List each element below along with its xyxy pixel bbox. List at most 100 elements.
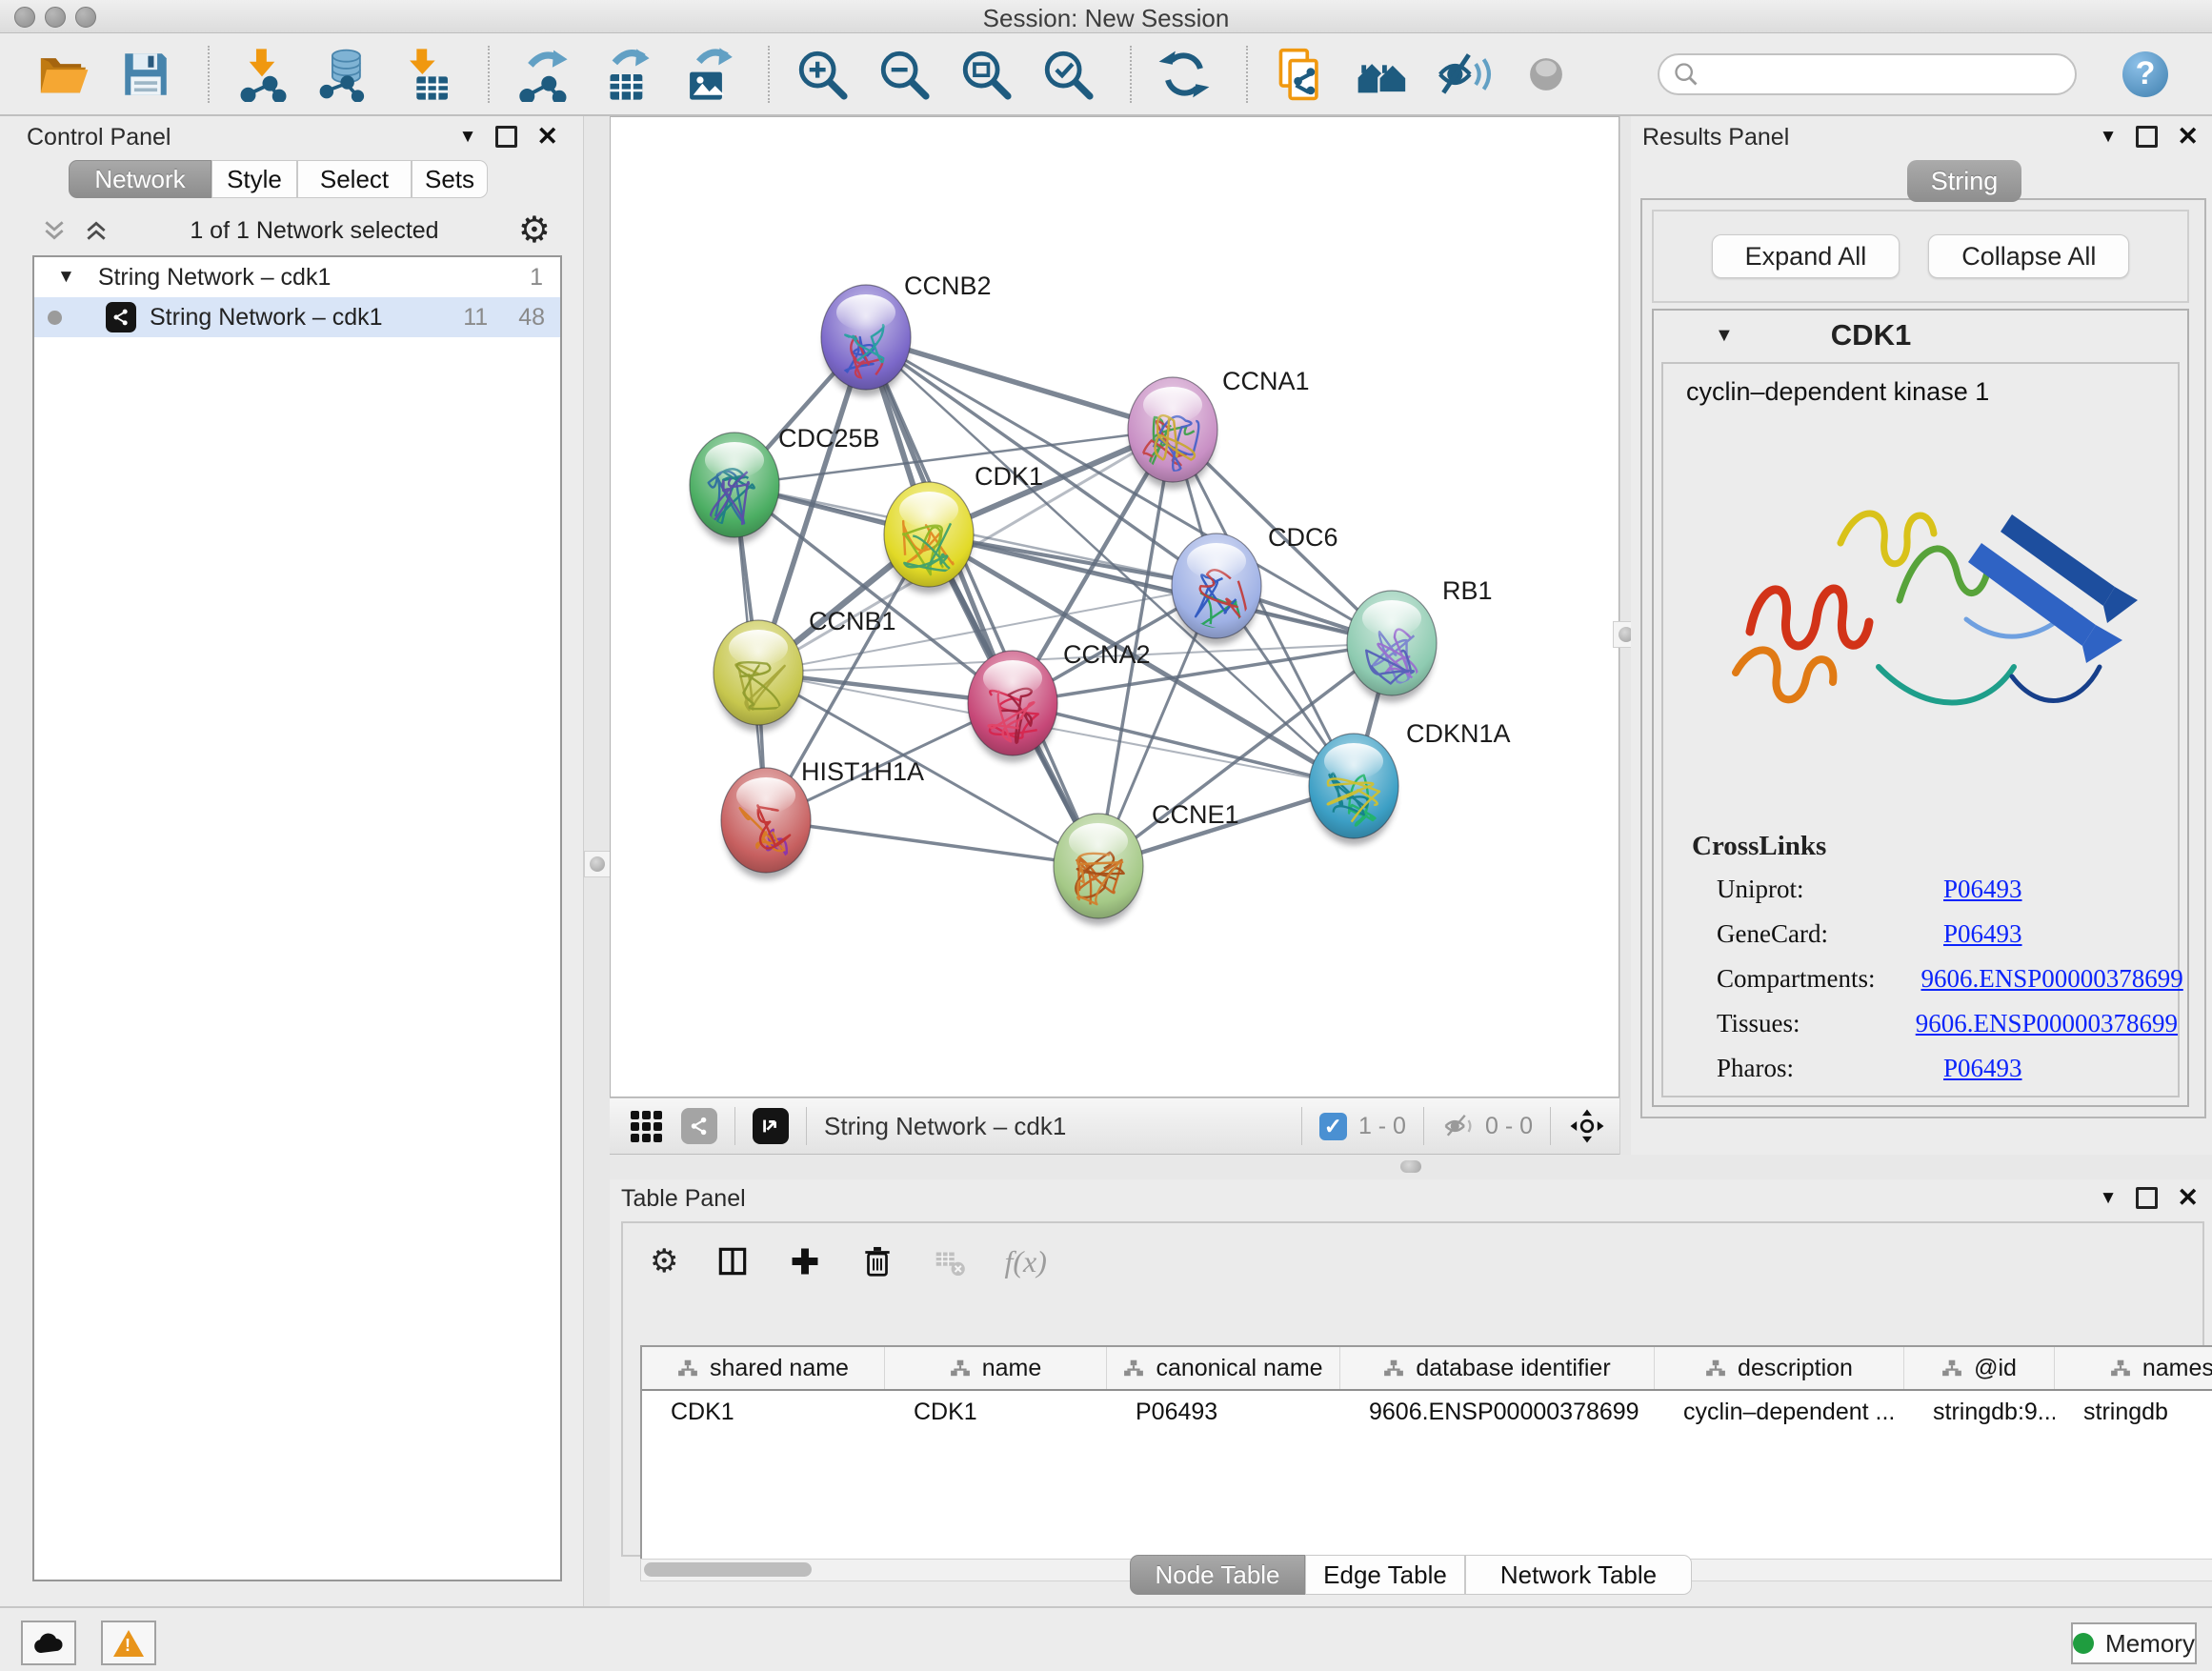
crosslink-link[interactable]: 9606.ENSP00000378699: [1916, 1009, 2178, 1038]
add-column-icon[interactable]: [787, 1243, 823, 1279]
selected-checkbox-icon[interactable]: ✓: [1319, 1113, 1347, 1140]
save-session-button[interactable]: [118, 47, 173, 102]
results-close-icon[interactable]: ✕: [2177, 124, 2199, 150]
panel-float-icon[interactable]: [495, 126, 517, 148]
table-float-icon[interactable]: [2136, 1187, 2158, 1209]
import-network-from-file-button[interactable]: [1273, 47, 1328, 102]
search-input[interactable]: [1658, 53, 2077, 95]
entry-collapse-icon[interactable]: ▼: [1715, 325, 1734, 347]
table-cell[interactable]: P06493: [1107, 1391, 1340, 1433]
homes-button[interactable]: [1355, 47, 1410, 102]
open-session-button[interactable]: [36, 47, 91, 102]
table-box: ⚙ f(x) shared namenamecanonical nam: [621, 1221, 2204, 1557]
crosslink-link[interactable]: 9606.ENSP00000378699: [1920, 964, 2182, 994]
network-options-gear-icon[interactable]: ⚙: [518, 212, 551, 249]
crosslink-link[interactable]: P06493: [1943, 919, 2022, 949]
tab-network[interactable]: Network: [69, 160, 211, 198]
memory-button[interactable]: Memory: [2071, 1622, 2197, 1664]
collection-expand-icon[interactable]: ▼: [57, 267, 75, 288]
import-table-button[interactable]: [398, 47, 453, 102]
divider-handle[interactable]: [584, 851, 611, 877]
warning-status-button[interactable]: [101, 1621, 156, 1665]
export-table-button[interactable]: [596, 47, 652, 102]
column-header-name[interactable]: name: [885, 1347, 1107, 1389]
crosslink-row: Pharos: P06493: [1663, 1046, 2178, 1091]
import-network-from-database-button[interactable]: [316, 47, 372, 102]
tab-string[interactable]: String: [1907, 160, 2021, 202]
tab-style[interactable]: Style: [211, 160, 297, 198]
network-node-CDK1[interactable]: CDK1: [884, 462, 1043, 594]
delete-table-icon: [932, 1243, 968, 1279]
table-cell[interactable]: CDK1: [642, 1391, 885, 1433]
network-node-HIST1H1A[interactable]: HIST1H1A: [721, 757, 924, 879]
hidden-counts: 0 - 0: [1485, 1113, 1533, 1140]
table-cell[interactable]: cyclin–dependent ...: [1655, 1391, 1904, 1433]
export-image-button[interactable]: [678, 47, 734, 102]
table-divider-handle[interactable]: [1400, 1160, 1421, 1173]
zoom-out-button[interactable]: [876, 47, 932, 102]
network-collection-row[interactable]: ▼ String Network – cdk1 1: [34, 257, 560, 297]
collapse-all-button[interactable]: Collapse All: [1928, 234, 2129, 278]
network-node-CCNE1[interactable]: CCNE1: [1054, 800, 1239, 925]
hidden-eye-icon[interactable]: [1441, 1112, 1476, 1140]
toolbar-separator: [768, 46, 770, 103]
collapse-all-icon[interactable]: [40, 218, 69, 243]
zoom-selected-button[interactable]: [1040, 47, 1096, 102]
table-cell[interactable]: 9606.ENSP00000378699: [1340, 1391, 1655, 1433]
network-node-CCNA1[interactable]: CCNA1: [1128, 367, 1310, 489]
status-bar: Memory: [0, 1606, 2212, 1671]
help-button[interactable]: ?: [2122, 51, 2168, 97]
tab-node-table[interactable]: Node Table: [1130, 1555, 1305, 1595]
crosslink-link[interactable]: P06493: [1943, 875, 2022, 904]
delete-column-icon[interactable]: [859, 1243, 895, 1279]
results-menu-icon[interactable]: ▼: [2100, 127, 2118, 148]
birds-eye-view-icon[interactable]: [631, 1111, 662, 1142]
table-cell[interactable]: stringdb:9...: [1904, 1391, 2055, 1433]
table-panel: Table Panel ▼ ✕ ⚙: [610, 1179, 2212, 1606]
network-node-count: 11: [463, 304, 488, 332]
results-scroll-area: ▼ CDK1 cyclin–dependent kinase 1: [1652, 309, 2189, 1107]
column-header-description[interactable]: description: [1655, 1347, 1904, 1389]
network-node-CDKN1A[interactable]: CDKN1A: [1309, 719, 1511, 845]
hide-selected-button[interactable]: [1437, 47, 1492, 102]
crosslink-link[interactable]: P06493: [1943, 1054, 2022, 1083]
panel-menu-icon[interactable]: ▼: [459, 127, 477, 148]
panel-close-icon[interactable]: ✕: [536, 124, 558, 150]
tab-network-table[interactable]: Network Table: [1465, 1555, 1692, 1595]
string-badge-icon[interactable]: [681, 1108, 717, 1144]
tab-edge-table[interactable]: Edge Table: [1305, 1555, 1465, 1595]
export-network-button[interactable]: [514, 47, 570, 102]
table-close-icon[interactable]: ✕: [2177, 1185, 2199, 1211]
network-row-selected[interactable]: String Network – cdk1 11 48: [34, 297, 560, 337]
expand-all-icon[interactable]: [82, 218, 111, 243]
zoom-in-button[interactable]: [794, 47, 850, 102]
open-in-new-window-icon[interactable]: [753, 1108, 789, 1144]
table-menu-icon[interactable]: ▼: [2100, 1188, 2118, 1209]
results-float-icon[interactable]: [2136, 126, 2158, 148]
show-columns-icon[interactable]: [714, 1243, 751, 1279]
import-network-button[interactable]: [234, 47, 290, 102]
update-button[interactable]: [1156, 47, 1212, 102]
tab-select[interactable]: Select: [297, 160, 412, 198]
fit-content-icon[interactable]: [1568, 1107, 1606, 1145]
network-node-CCNB1[interactable]: CCNB1: [714, 607, 896, 732]
column-header-canonical-name[interactable]: canonical name: [1107, 1347, 1340, 1389]
column-header-shared-name[interactable]: shared name: [642, 1347, 885, 1389]
crosslink-label: Pharos:: [1663, 1054, 1898, 1083]
network-node-RB1[interactable]: RB1: [1347, 576, 1493, 702]
tab-sets[interactable]: Sets: [412, 160, 488, 198]
show-all-button[interactable]: [1518, 47, 1574, 102]
table-cell[interactable]: CDK1: [885, 1391, 1107, 1433]
table-options-gear-icon[interactable]: ⚙: [650, 1245, 678, 1278]
column-header-database-identifier[interactable]: database identifier: [1340, 1347, 1655, 1389]
zoom-fit-button[interactable]: [958, 47, 1014, 102]
cloud-icon: [32, 1632, 65, 1655]
expand-all-button[interactable]: Expand All: [1712, 234, 1900, 278]
table-cell[interactable]: stringdb: [2055, 1391, 2212, 1433]
column-header-namespace[interactable]: namespace: [2055, 1347, 2212, 1389]
network-canvas[interactable]: CCNB2CCNA1CDC25BCDK1CDC6RB1CCNB1CCNA2CDK…: [610, 116, 1619, 1097]
column-header--id[interactable]: @id: [1904, 1347, 2055, 1389]
cloud-status-button[interactable]: [21, 1621, 76, 1665]
network-node-CCNB2[interactable]: CCNB2: [821, 272, 992, 396]
table-row[interactable]: CDK1CDK1P064939606.ENSP00000378699cyclin…: [642, 1391, 2212, 1433]
